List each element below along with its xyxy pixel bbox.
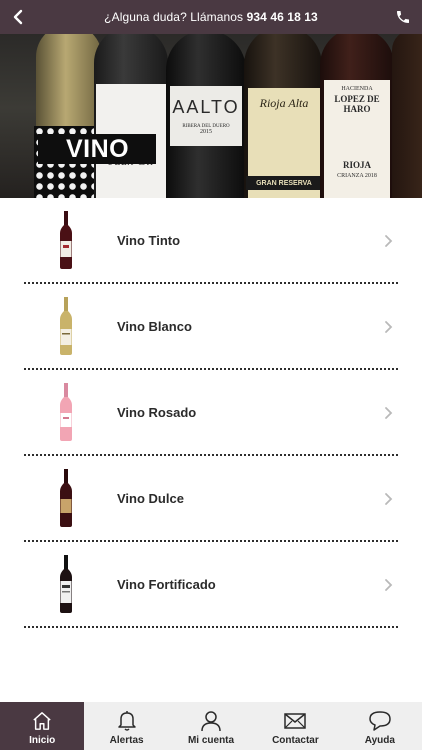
nav-item-alertas[interactable]: Alertas	[84, 702, 168, 750]
nav-item-mi-cuenta[interactable]: Mi cuenta	[169, 702, 253, 750]
category-label: Vino Dulce	[117, 490, 184, 506]
hero-banner: Juan Gil AALTO RIBERA DEL DUERO 2015 Rio…	[0, 34, 422, 198]
help-line[interactable]: ¿Alguna duda? Llámanos 934 46 18 13	[104, 10, 318, 24]
rioja-text: RIOJA	[342, 160, 371, 170]
nav-item-inicio[interactable]: Inicio	[0, 702, 85, 750]
bottle-thumb-dulce	[36, 463, 96, 533]
nav-item-contactar[interactable]: Contactar	[253, 702, 337, 750]
bottle-thumb-tinto	[36, 205, 96, 275]
user-icon	[201, 711, 221, 732]
category-list: Vino Tinto Vino Blanco Vino Rosado Vino …	[0, 198, 422, 628]
category-row-blanco[interactable]: Vino Blanco	[24, 284, 398, 370]
nav-label: Inicio	[29, 735, 56, 746]
nav-label: Alertas	[109, 735, 144, 746]
rioja-alta-text: Rioja Alta	[259, 96, 309, 110]
chevron-right-icon	[385, 235, 393, 247]
nav-label: Ayuda	[364, 735, 395, 746]
aalto-label: AALTO RIBERA DEL DUERO 2015	[170, 86, 242, 146]
aalto-text: AALTO	[172, 97, 240, 117]
envelope-icon	[284, 713, 307, 729]
lopez-haro-label: HACIENDA LOPEZ DE HARO RIOJA CRIANZA 201…	[324, 80, 390, 198]
aalto-year-text: 2015	[200, 129, 212, 135]
lopez-haro-text: LOPEZ DE HARO	[334, 94, 380, 114]
gran-reserva-text: GRAN RESERVA	[256, 179, 312, 187]
phone-number[interactable]: 934 46 18 13	[247, 10, 318, 24]
home-icon	[33, 712, 51, 730]
back-button[interactable]	[6, 5, 30, 29]
top-bar: ¿Alguna duda? Llámanos 934 46 18 13	[0, 0, 422, 34]
category-row-rosado[interactable]: Vino Rosado	[24, 370, 398, 456]
chevron-right-icon	[385, 407, 393, 419]
category-label: Vino Fortificado	[117, 576, 216, 592]
chevron-right-icon	[385, 579, 393, 591]
category-title: VINO	[38, 134, 156, 164]
category-row-tinto[interactable]: Vino Tinto	[24, 198, 398, 284]
nav-item-ayuda[interactable]: Ayuda	[338, 702, 422, 750]
category-label: Vino Rosado	[117, 404, 197, 420]
bottom-nav: Inicio Alertas Mi cuenta Contactar Ayuda	[0, 702, 422, 750]
hacienda-text: HACIENDA	[341, 86, 373, 92]
crianza-text: CRIANZA 2018	[337, 173, 377, 179]
category-row-fortificado[interactable]: Vino Fortificado	[24, 542, 398, 628]
call-button[interactable]	[392, 6, 414, 28]
bottle-thumb-blanco	[36, 291, 96, 361]
nav-label: Contactar	[272, 735, 319, 746]
phone-icon	[397, 11, 409, 23]
chevron-right-icon	[385, 493, 393, 505]
category-label: Vino Tinto	[117, 232, 181, 248]
category-row-dulce[interactable]: Vino Dulce	[24, 456, 398, 542]
chevron-right-icon	[385, 321, 393, 333]
bell-icon	[117, 711, 136, 731]
nav-label: Mi cuenta	[187, 735, 235, 746]
gran-reserva-band: GRAN RESERVA	[246, 176, 322, 190]
bottle-thumb-rosado	[36, 377, 96, 447]
help-text: ¿Alguna duda? Llámanos	[104, 10, 244, 24]
category-label: Vino Blanco	[117, 318, 192, 334]
bottle-thumb-fortificado	[36, 549, 96, 619]
bottle-far-right	[392, 34, 422, 198]
chat-bubble-icon	[369, 711, 391, 731]
chevron-left-icon	[13, 9, 23, 25]
